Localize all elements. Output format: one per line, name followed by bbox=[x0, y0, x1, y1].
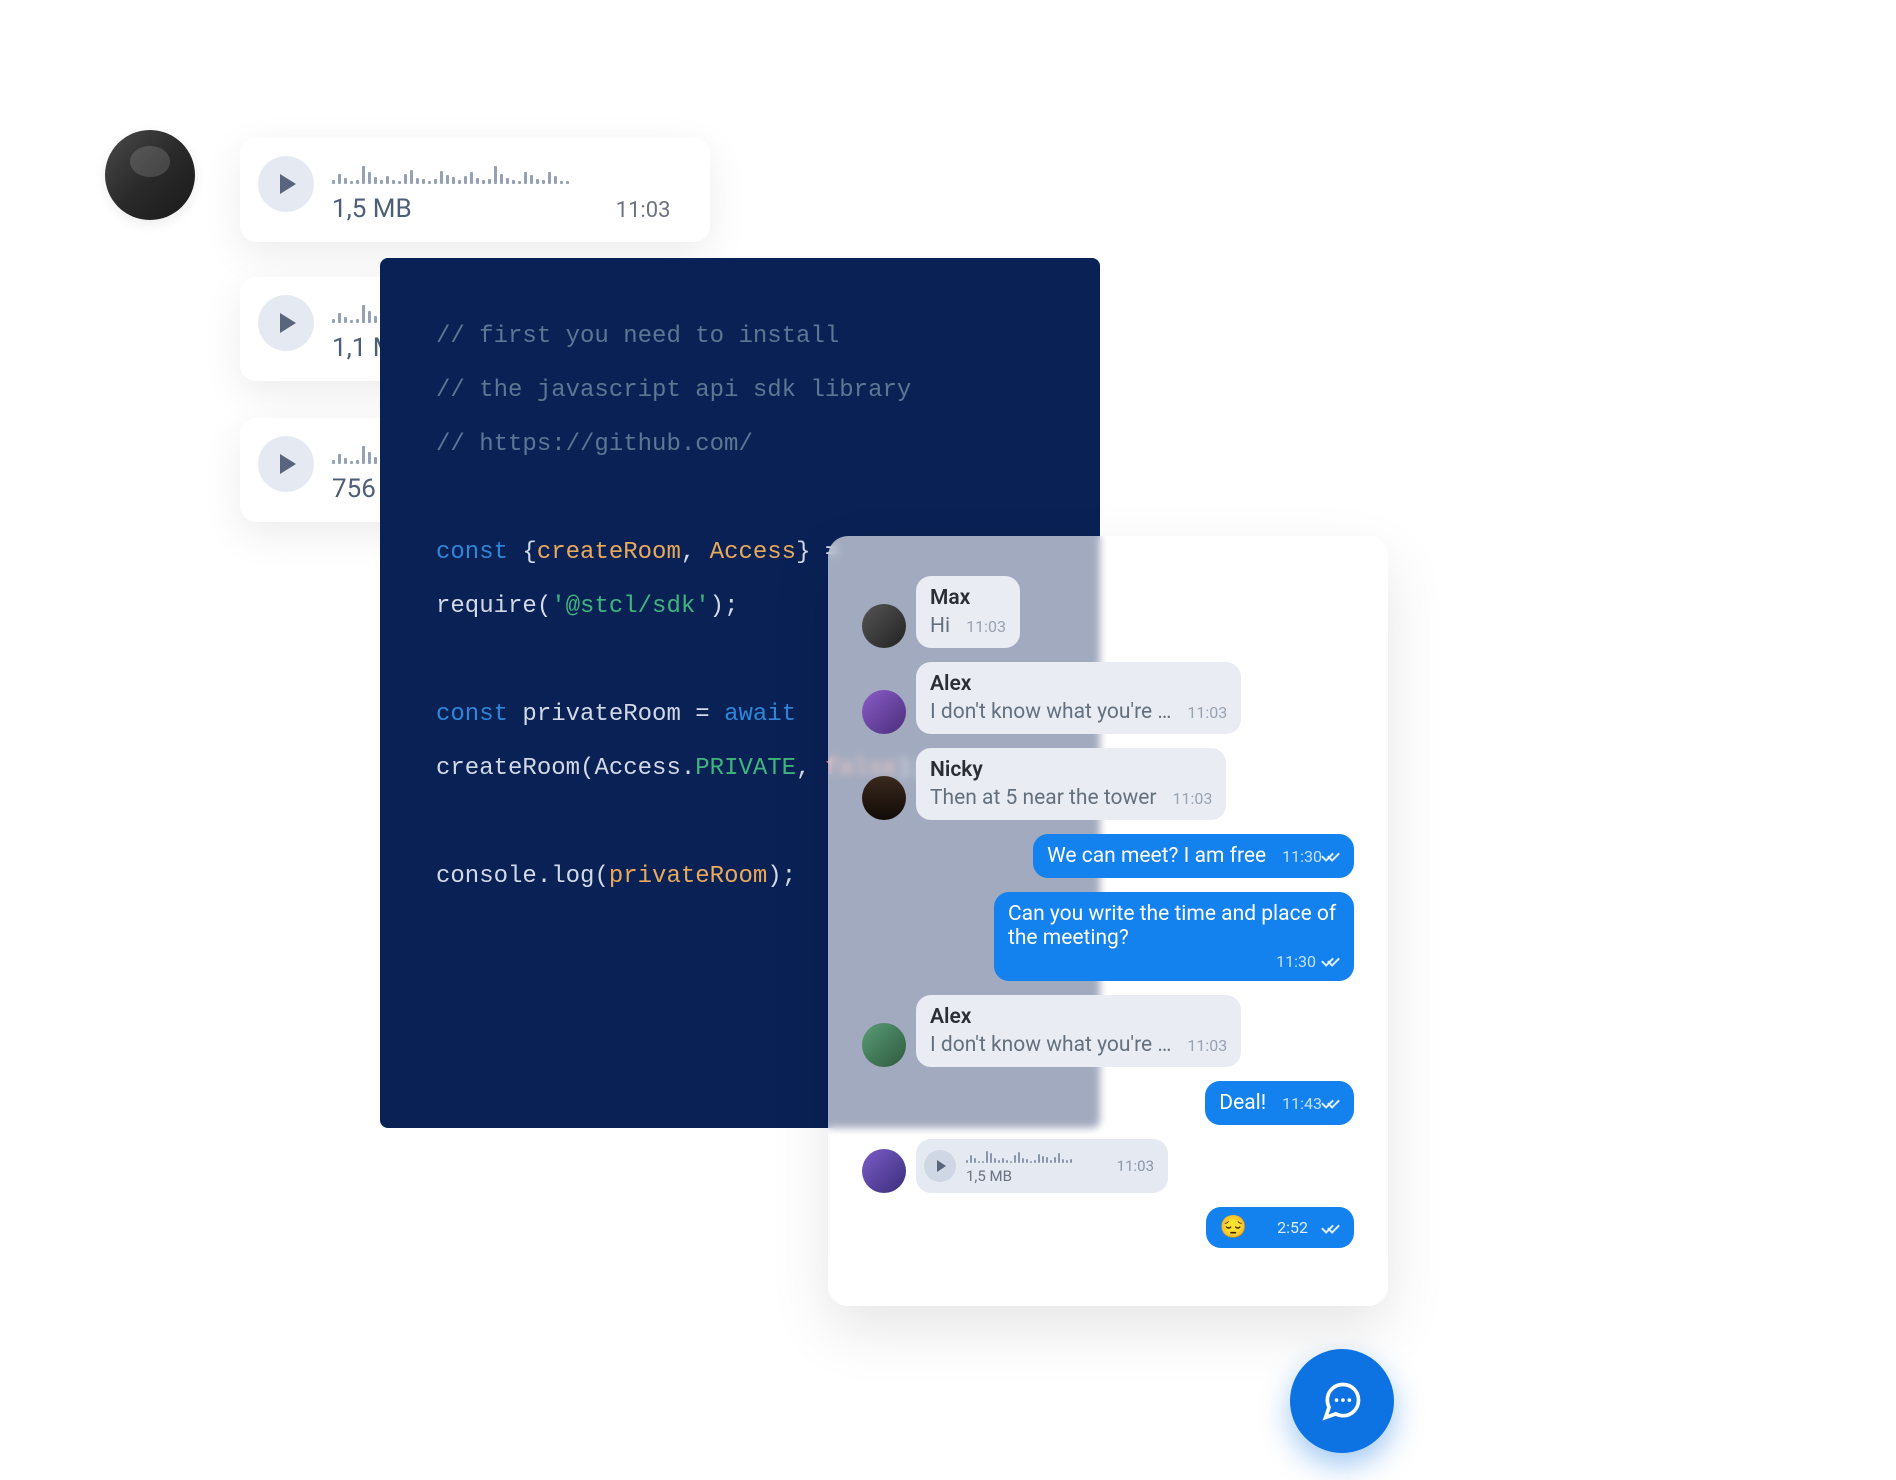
sender-name: Alex bbox=[930, 672, 1227, 696]
chat-message[interactable]: We can meet? I am free 11:30 bbox=[862, 834, 1354, 878]
read-checks-icon bbox=[1322, 1222, 1340, 1234]
read-checks-icon bbox=[1322, 850, 1340, 862]
emoji: 😔 bbox=[1220, 1215, 1247, 1240]
voice-message[interactable]: 1,5 MB 11:03 bbox=[862, 1139, 1354, 1193]
read-checks-icon bbox=[1322, 1097, 1340, 1109]
sender-name: Max bbox=[930, 586, 1006, 610]
play-icon[interactable] bbox=[258, 156, 314, 212]
timestamp: 11:03 bbox=[1173, 789, 1213, 808]
file-size: 1,5 MB bbox=[332, 194, 412, 224]
message-text: We can meet? I am free bbox=[1047, 844, 1266, 868]
sender-name: Alex bbox=[930, 1005, 1227, 1029]
message-text: Hi bbox=[930, 614, 950, 638]
chat-message[interactable]: Alex I don't know what you're … 11:03 bbox=[862, 995, 1354, 1067]
play-icon[interactable] bbox=[924, 1150, 956, 1182]
play-icon[interactable] bbox=[258, 295, 314, 351]
avatar bbox=[862, 1023, 906, 1067]
chat-icon bbox=[1320, 1379, 1364, 1423]
message-text: I don't know what you're … bbox=[930, 1033, 1171, 1057]
chat-message[interactable]: Max Hi 11:03 bbox=[862, 576, 1354, 648]
waveform bbox=[332, 156, 671, 184]
chat-message[interactable]: Deal! 11:43 bbox=[862, 1081, 1354, 1125]
message-text: Can you write the time and place of the … bbox=[1008, 902, 1340, 950]
timestamp: 11:03 bbox=[616, 198, 671, 223]
timestamp: 11:03 bbox=[1187, 1036, 1227, 1055]
read-checks-icon bbox=[1322, 955, 1340, 967]
message-text: I don't know what you're … bbox=[930, 700, 1171, 724]
timestamp: 2:52 bbox=[1277, 1218, 1308, 1237]
chat-message[interactable]: Can you write the time and place of the … bbox=[862, 892, 1354, 981]
chat-fab-button[interactable] bbox=[1290, 1349, 1394, 1453]
sender-name: Nicky bbox=[930, 758, 1212, 782]
message-text: Deal! bbox=[1219, 1091, 1266, 1115]
avatar bbox=[862, 690, 906, 734]
avatar bbox=[862, 1149, 906, 1193]
avatar bbox=[105, 130, 195, 220]
message-text: Then at 5 near the tower bbox=[930, 786, 1157, 810]
waveform bbox=[966, 1147, 1072, 1163]
timestamp: 11:43 bbox=[1282, 1094, 1322, 1113]
timestamp: 11:03 bbox=[966, 617, 1006, 636]
chat-message[interactable]: Alex I don't know what you're … 11:03 bbox=[862, 662, 1354, 734]
avatar bbox=[862, 776, 906, 820]
chat-message[interactable]: Nicky Then at 5 near the tower 11:03 bbox=[862, 748, 1354, 820]
chat-message[interactable]: 😔 2:52 bbox=[862, 1207, 1354, 1248]
timestamp: 11:03 bbox=[1117, 1157, 1154, 1175]
timestamp: 11:03 bbox=[1187, 703, 1227, 722]
avatar bbox=[862, 604, 906, 648]
voice-message-card[interactable]: 1,5 MB 11:03 bbox=[240, 138, 710, 242]
play-icon[interactable] bbox=[258, 436, 314, 492]
timestamp: 11:30 bbox=[1276, 952, 1316, 971]
timestamp: 11:30 bbox=[1282, 847, 1322, 866]
chat-panel: Max Hi 11:03 Alex I don't know what you'… bbox=[828, 536, 1388, 1306]
file-size: 1,5 MB bbox=[966, 1167, 1072, 1185]
